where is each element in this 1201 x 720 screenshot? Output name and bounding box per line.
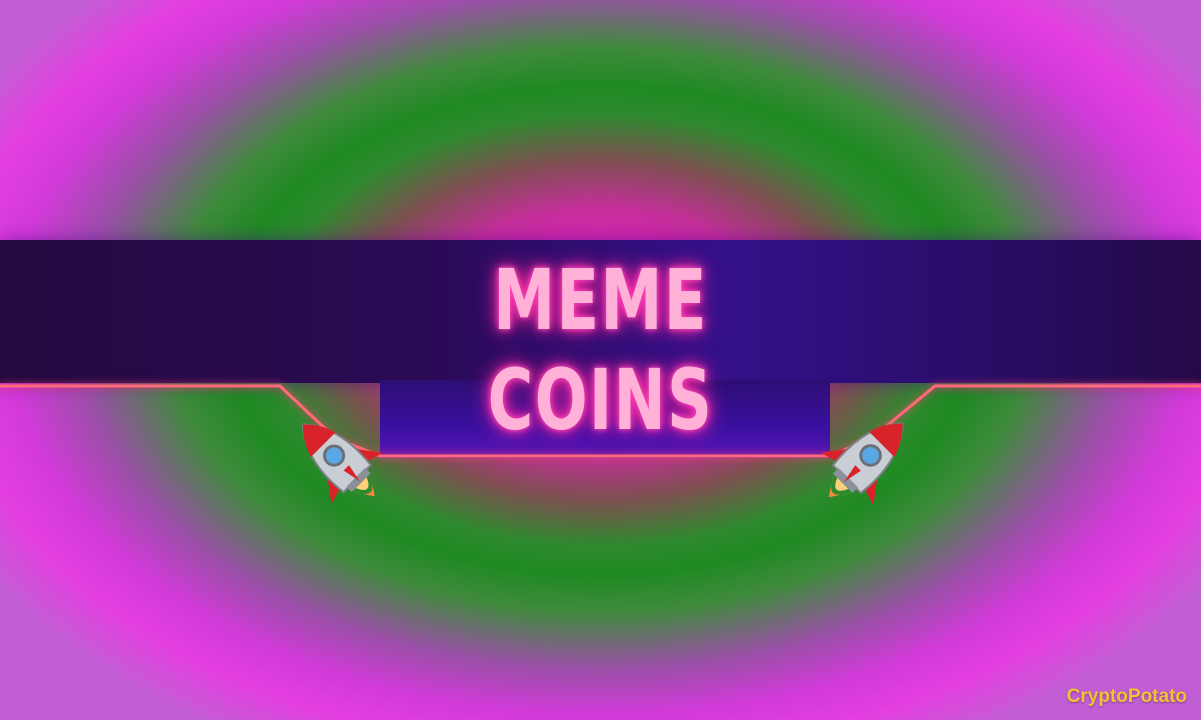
headline-line-1: MEME [493,251,708,349]
rocket-icon [301,423,383,505]
watermark-logo: CryptoPotato [1066,686,1187,707]
rocket-icon [820,422,904,506]
banner-graphic: MEME COINS CryptoPotato [0,0,1201,720]
